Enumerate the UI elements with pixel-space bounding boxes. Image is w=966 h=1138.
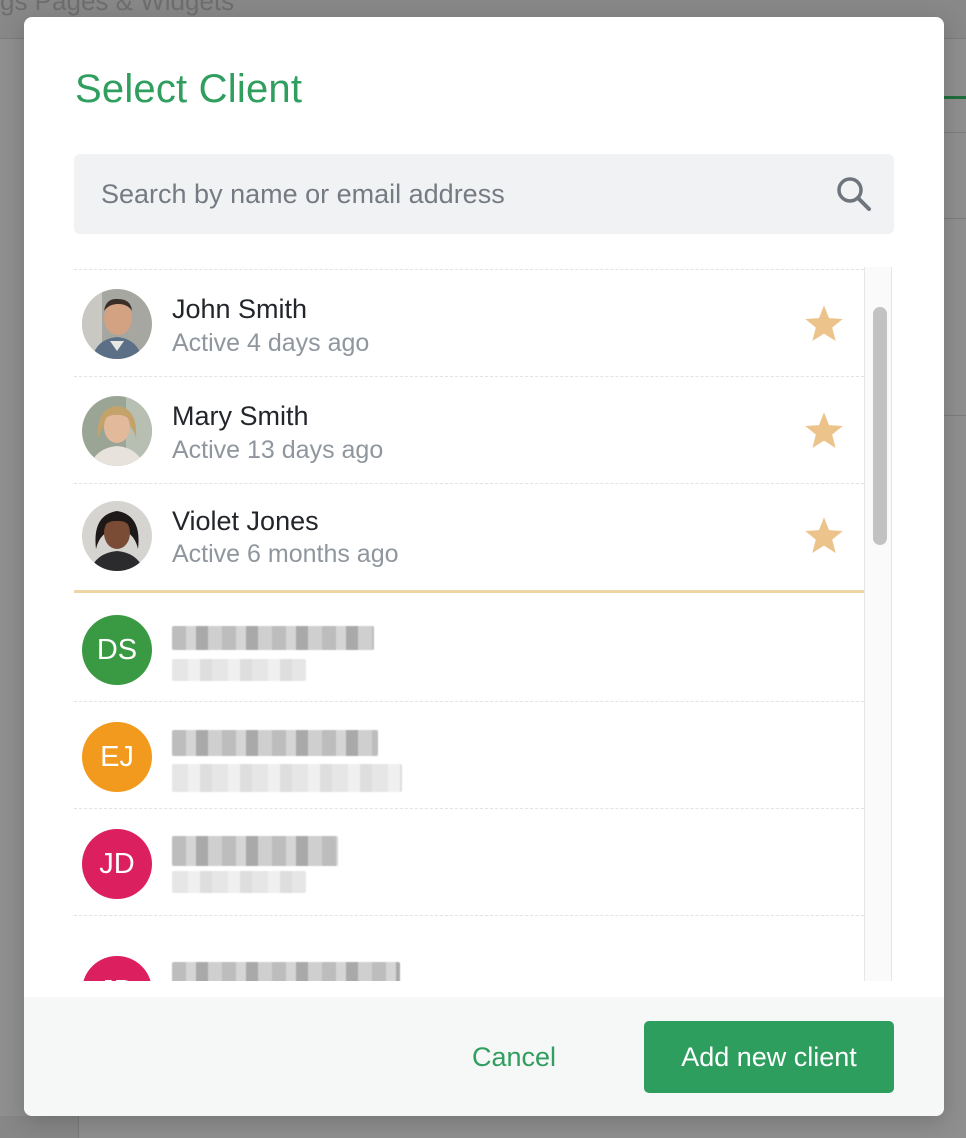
scrollbar-thumb[interactable] [873,307,887,545]
redacted-client-name [172,836,338,866]
client-name: Mary Smith [172,401,309,431]
client-last-active: Active 13 days ago [172,436,384,464]
avatar [82,396,152,466]
avatar [82,289,152,359]
client-list: John Smith Active 4 days ago Mary Smith … [74,269,866,981]
cancel-button[interactable]: Cancel [472,1037,612,1077]
add-new-client-button[interactable]: Add new client [644,1021,894,1093]
avatar-initials: DS [82,615,152,685]
client-row-john-smith[interactable]: John Smith Active 4 days ago [74,270,864,377]
avatar-initials: EJ [82,722,152,792]
client-last-active: Active 6 months ago [172,540,399,568]
search-icon[interactable] [834,174,874,214]
background-divider [944,218,966,219]
select-client-dialog: Select Client John Smith Active 4 [24,17,944,1116]
search-input[interactable] [74,154,814,234]
background-sidebar [0,1116,79,1138]
background-page-title: gs Pages & Widgets [0,0,235,16]
background-divider [944,415,966,416]
client-row[interactable]: JD [74,809,864,916]
background-active-tab-indicator [944,96,966,99]
client-name: John Smith [172,294,308,324]
client-row-mary-smith[interactable]: Mary Smith Active 13 days ago [74,377,864,484]
redacted-client-name [172,626,374,650]
avatar-initials: JD [82,956,152,981]
list-scrollbar[interactable] [864,267,892,981]
redacted-client-activity [172,764,402,792]
client-name: Violet Jones [172,506,319,536]
search-box [74,154,894,234]
dialog-footer: Cancel Add new client [24,997,944,1116]
avatar-initials: JD [82,829,152,899]
background-divider [944,132,966,133]
redacted-client-name [172,730,378,756]
star-icon[interactable] [803,516,845,556]
redacted-client-name [172,962,400,981]
redacted-client-activity [172,659,306,681]
client-row[interactable]: EJ [74,702,864,809]
avatar [82,501,152,571]
client-row-violet-jones[interactable]: Violet Jones Active 6 months ago [74,484,864,593]
client-row[interactable]: DS [74,595,864,702]
client-row[interactable]: JD [74,916,864,981]
star-icon[interactable] [803,304,845,344]
star-icon[interactable] [803,411,845,451]
client-last-active: Active 4 days ago [172,329,370,357]
redacted-client-activity [172,871,306,893]
dialog-title: Select Client [75,67,303,111]
